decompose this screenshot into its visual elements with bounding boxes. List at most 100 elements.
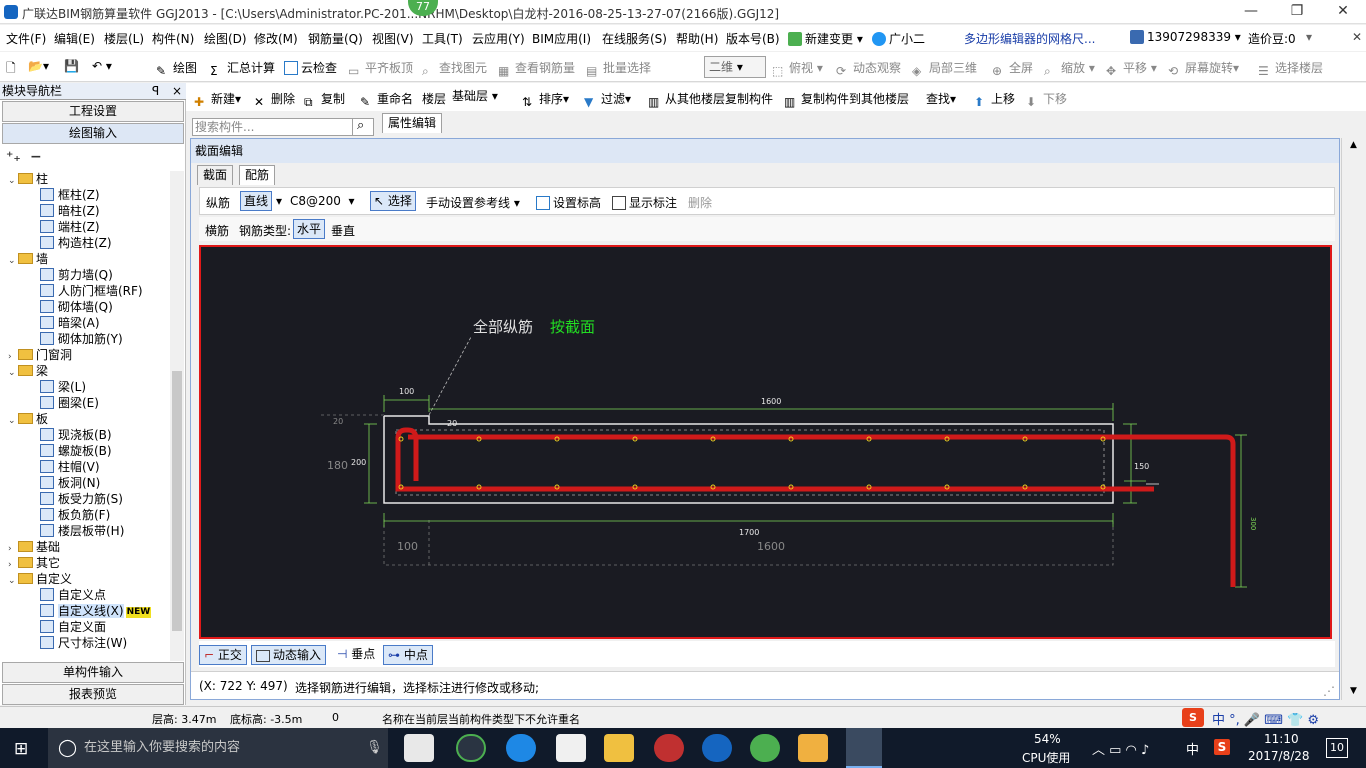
floor-select[interactable]: 基础层 ▾ (452, 87, 514, 107)
vertical-button[interactable]: 垂直 (331, 222, 355, 239)
batch-select-button[interactable]: ▤ 批量选择 (586, 59, 651, 78)
tree-item[interactable]: 暗梁(A) (40, 315, 100, 331)
scroll-up-icon[interactable]: ▲ (1350, 140, 1357, 150)
collapse-arrow-icon[interactable]: ⌄ (8, 253, 18, 269)
tree-item[interactable]: 暗柱(Z) (40, 203, 100, 219)
menu-floor[interactable]: 楼层(L) (104, 30, 144, 47)
tray-icons[interactable]: ︿ ▭ ◠ ♪ (1092, 739, 1149, 758)
dim-100-top[interactable]: 100 (399, 387, 414, 396)
tree-folder[interactable]: ⌄ 墙 (8, 251, 48, 267)
ortho-toggle[interactable]: ⌐ 正交 (199, 645, 247, 665)
resize-grip-icon[interactable]: ⋰ (1323, 684, 1335, 698)
midpoint-snap[interactable]: ⊶ 中点 (383, 645, 433, 665)
notice-link[interactable]: 多边形编辑器的网格尺... (964, 30, 1095, 47)
sum-calc-button[interactable]: Σ 汇总计算 (210, 59, 275, 78)
set-elevation-button[interactable]: 设置标高 (536, 194, 601, 211)
new-component-button[interactable]: ✚ 新建▾ (194, 90, 241, 109)
dim-1700[interactable]: 1700 (739, 528, 759, 537)
dynamic-input-toggle[interactable]: 动态输入 (251, 645, 327, 665)
tree-item[interactable]: 梁(L) (40, 379, 86, 395)
property-edit-tab[interactable]: 属性编辑 (382, 113, 442, 133)
minimize-button[interactable]: — (1228, 0, 1274, 24)
undo-icon[interactable]: ↶ ▾ (92, 59, 112, 73)
annotation-all-long-rebar[interactable]: 全部纵筋 (473, 318, 533, 336)
search-input[interactable]: 搜索构件... (192, 118, 360, 136)
dim-20-right[interactable]: 20 (447, 419, 457, 428)
find-element-button[interactable]: ⌕ 查找图元 (422, 59, 487, 78)
delete-component-button[interactable]: ✕ 删除 (254, 90, 295, 109)
menu-component[interactable]: 构件(N) (152, 30, 194, 47)
view-rebar-qty-button[interactable]: ▦ 查看钢筋量 (498, 59, 575, 78)
drawing-canvas[interactable]: 全部纵筋 按截面 100 1600 20 20 180 200 150 1700… (199, 245, 1332, 639)
select-floor-button[interactable]: ☰ 选择楼层 (1258, 59, 1323, 78)
tree-item[interactable]: 框柱(Z) (40, 187, 100, 203)
tree-item[interactable]: 圈梁(E) (40, 395, 99, 411)
file-explorer-icon[interactable] (604, 734, 634, 762)
task-view-icon[interactable] (404, 734, 434, 762)
menu-view[interactable]: 视图(V) (372, 30, 414, 47)
menu-new-change[interactable]: 新建变更 ▾ (788, 30, 863, 47)
dim-20-left[interactable]: 20 (333, 417, 343, 426)
flat-slab-button[interactable]: ▭ 平齐板顶 (348, 59, 413, 78)
draw-button[interactable]: ✎ 绘图 (156, 59, 197, 78)
tree-folder[interactable]: › 其它 (8, 555, 60, 571)
transverse-rebar-label[interactable]: 横筋 (205, 222, 229, 239)
line-mode-dropdown-icon[interactable]: ▾ (276, 194, 282, 208)
rename-button[interactable]: ✎ 重命名 (360, 90, 413, 109)
view-mode-select[interactable]: 二维 ▾ (704, 56, 766, 78)
menu-online[interactable]: 在线服务(S) (602, 30, 667, 47)
rebar-top-horizontal[interactable] (408, 434, 1236, 587)
cloud-check-button[interactable]: 云检查 (284, 59, 337, 76)
top-view-button[interactable]: ⬚ 俯视 ▾ (772, 59, 823, 78)
line-mode-button[interactable]: 直线 (240, 191, 273, 211)
copy-to-floor-button[interactable]: ▥ 复制构件到其他楼层 (784, 90, 909, 109)
menu-assistant[interactable]: 广小二 (872, 30, 925, 47)
dim-1600-bottom[interactable]: 1600 (757, 540, 785, 553)
new-file-icon[interactable]: 🗋 (6, 59, 16, 80)
glodon-g-icon[interactable] (702, 734, 732, 762)
browser-360-icon[interactable] (456, 734, 486, 762)
menu-file[interactable]: 文件(F) (6, 30, 46, 47)
dim-180[interactable]: 180 (327, 459, 348, 472)
tree-item[interactable]: 砌体加筋(Y) (40, 331, 123, 347)
ime-tools-icon[interactable]: 中 °, 🎤 ⌨ 👕 ⚙ (1212, 709, 1319, 728)
tree-item[interactable]: 板受力筋(S) (40, 491, 123, 507)
pin-icon[interactable]: ꟼ (152, 83, 159, 99)
local-3d-button[interactable]: ◈ 局部三维 (912, 59, 977, 78)
filter-button[interactable]: ▼ 过滤▾ (584, 90, 631, 109)
delete-rebar-button[interactable]: 删除 (688, 194, 712, 211)
tree-folder[interactable]: › 门窗洞 (8, 347, 72, 363)
nav-close-icon[interactable]: × (172, 83, 182, 99)
tree-item[interactable]: 板负筋(F) (40, 507, 110, 523)
tree-item[interactable]: 螺旋板(B) (40, 443, 112, 459)
project-settings-button[interactable]: 工程设置 (2, 101, 184, 122)
scroll-down-icon[interactable]: ▼ (1350, 686, 1357, 696)
copy-from-floor-button[interactable]: ▥ 从其他楼层复制构件 (648, 90, 773, 109)
fullscreen-button[interactable]: ⊕ 全屏 (992, 59, 1033, 78)
rebar-points[interactable] (398, 436, 1106, 490)
notes-app-icon[interactable] (798, 734, 828, 762)
sogou-ime-icon[interactable]: S (1182, 708, 1204, 727)
tree-folder[interactable]: › 基础 (8, 539, 60, 555)
menu-cloud[interactable]: 云应用(Y) (472, 30, 525, 47)
tree-item[interactable]: 楼层板带(H) (40, 523, 124, 539)
active-ggj-app-icon[interactable] (846, 728, 882, 768)
notification-center-icon[interactable]: 10 (1326, 738, 1348, 758)
horizontal-button[interactable]: 水平 (293, 219, 326, 239)
tree-item[interactable]: 剪力墙(Q) (40, 267, 113, 283)
green-app-icon[interactable] (750, 734, 780, 762)
pan-button[interactable]: ✥ 平移 ▾ (1106, 59, 1157, 78)
tree-item[interactable]: 现浇板(B) (40, 427, 112, 443)
menu-tools[interactable]: 工具(T) (422, 30, 463, 47)
cost-beans[interactable]: 造价豆:0 (1248, 30, 1296, 47)
search-icon[interactable]: ⌕ (352, 118, 374, 136)
tree-item[interactable]: 自定义线(X) NEW (40, 603, 152, 619)
open-folder-icon[interactable]: 📂▾ (28, 59, 49, 73)
section-drawing[interactable]: 全部纵筋 按截面 100 1600 20 20 180 200 150 1700… (201, 247, 1330, 637)
drawing-input-button[interactable]: 绘图输入 (2, 123, 184, 144)
tab-rebar[interactable]: 配筋 (239, 165, 276, 185)
tree-item[interactable]: 柱帽(V) (40, 459, 100, 475)
tree-item[interactable]: 板洞(N) (40, 475, 100, 491)
clock-date[interactable]: 2017/8/28 (1248, 749, 1310, 763)
windows-start-icon[interactable]: ⊞ (14, 739, 28, 759)
